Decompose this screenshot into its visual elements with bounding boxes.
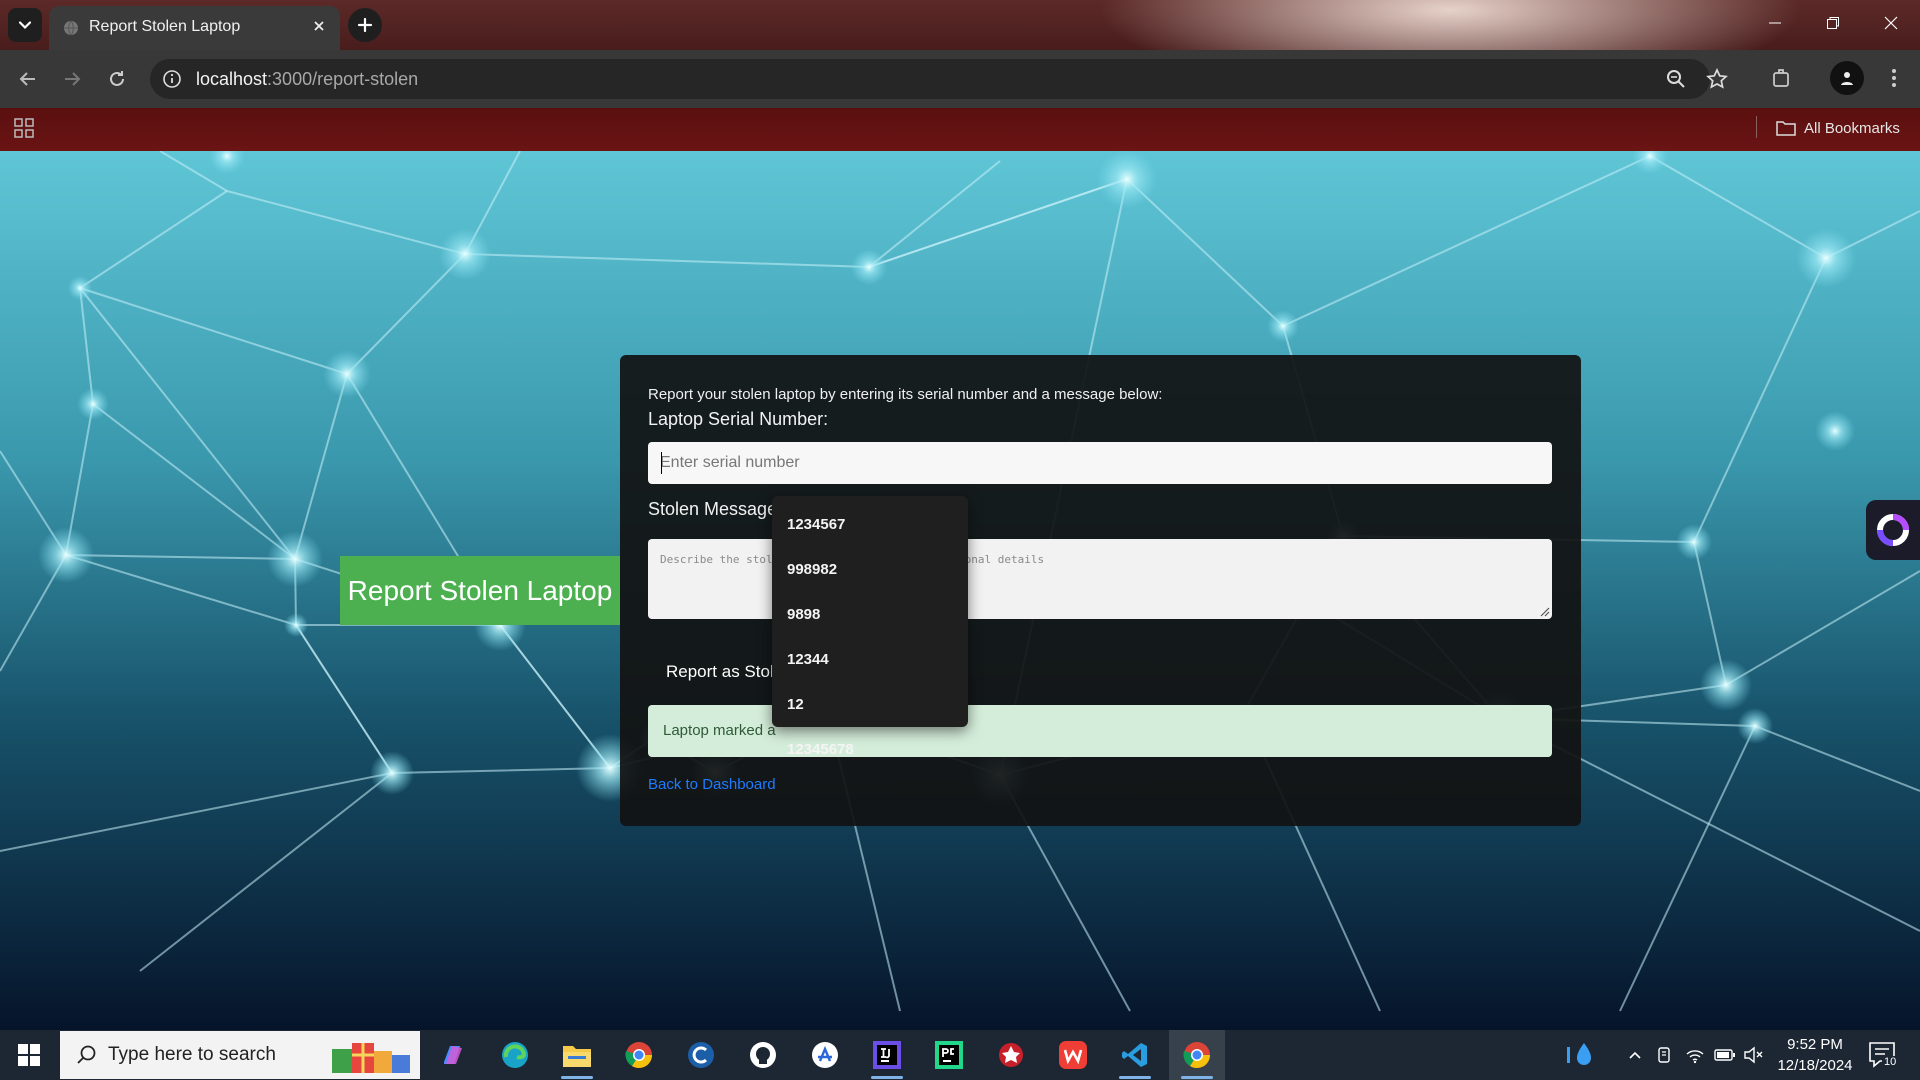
- wifi-icon[interactable]: [1683, 1043, 1707, 1067]
- taskbar-clock[interactable]: 9:52 PM 12/18/2024: [1770, 1034, 1860, 1076]
- browser-chrome: Report Stolen Laptop localhost:3000/repo…: [0, 0, 1920, 151]
- serial-autocomplete-dropdown: 1234567 998982 9898 12344 12 12345678: [772, 496, 968, 758]
- close-window-button[interactable]: [1862, 0, 1920, 46]
- page-title-banner: Report Stolen Laptop: [340, 556, 620, 625]
- clock-date: 12/18/2024: [1777, 1057, 1853, 1074]
- autocomplete-option[interactable]: 998982: [772, 547, 968, 592]
- system-tray: 9:52 PM 12/18/2024 10: [0, 1030, 1920, 1080]
- star-icon[interactable]: [1706, 68, 1728, 90]
- tab-strip: Report Stolen Laptop: [0, 0, 1920, 50]
- back-button[interactable]: [13, 64, 43, 94]
- browser-toolbar: localhost:3000/report-stolen: [0, 50, 1920, 108]
- restore-icon: [1827, 17, 1839, 29]
- user-icon: [1841, 72, 1853, 85]
- url-path: :3000/report-stolen: [267, 69, 419, 89]
- autocomplete-option[interactable]: 12344: [772, 637, 968, 682]
- apps-grid-icon[interactable]: [14, 118, 34, 138]
- tab-title: Report Stolen Laptop: [89, 18, 241, 35]
- volume-muted-icon[interactable]: [1741, 1043, 1765, 1067]
- tab-search-button[interactable]: [8, 8, 42, 42]
- all-bookmarks-label: All Bookmarks: [1804, 119, 1900, 137]
- clock-time: 9:52 PM: [1787, 1036, 1843, 1053]
- bookmarks-bar: All Bookmarks: [0, 108, 1920, 151]
- chevron-up-icon: [1629, 1051, 1641, 1059]
- restore-button[interactable]: [1804, 0, 1862, 46]
- arrow-left-icon: [19, 72, 35, 86]
- tab-report-stolen-laptop[interactable]: Report Stolen Laptop: [49, 6, 340, 50]
- reload-icon: [110, 71, 124, 86]
- new-tab-button[interactable]: [348, 8, 382, 42]
- page-viewport: Report Stolen Laptop Report your stolen …: [0, 151, 1920, 1030]
- bookmarks-divider: [1756, 116, 1757, 138]
- show-hidden-icons[interactable]: [1623, 1043, 1647, 1067]
- extensions-icon[interactable]: [1768, 64, 1796, 92]
- report-as-stolen-button[interactable]: Report as Stol: [648, 652, 792, 692]
- all-bookmarks-button[interactable]: All Bookmarks: [1776, 116, 1900, 140]
- address-bar[interactable]: localhost:3000/report-stolen: [150, 59, 1728, 99]
- zoom-icon[interactable]: [1665, 68, 1687, 90]
- meet-now-icon[interactable]: [1653, 1043, 1677, 1067]
- minimize-button[interactable]: [1746, 0, 1804, 46]
- windows-taskbar: Type here to search 9:52 PM 12/18/2024 1…: [0, 1030, 1920, 1080]
- weather-widget[interactable]: [1563, 1043, 1597, 1067]
- serial-number-label: Laptop Serial Number:: [648, 409, 829, 429]
- serial-number-input[interactable]: [648, 442, 1552, 484]
- close-icon: [1884, 16, 1898, 30]
- plus-icon: [357, 17, 373, 33]
- close-tab-icon[interactable]: [308, 15, 330, 37]
- url-host: localhost: [196, 69, 268, 89]
- url-text: localhost:3000/report-stolen: [196, 69, 418, 90]
- site-info-icon[interactable]: [162, 69, 182, 89]
- stolen-message-label: Stolen Message: [648, 499, 778, 519]
- report-form-card: Report your stolen laptop by entering it…: [620, 355, 1581, 826]
- profile-avatar[interactable]: [1830, 61, 1864, 95]
- folder-icon: [1776, 121, 1796, 136]
- window-controls: [1746, 0, 1920, 46]
- battery-icon[interactable]: [1713, 1043, 1737, 1067]
- autocomplete-option[interactable]: 9898: [772, 592, 968, 637]
- water-drop-icon: [1567, 1043, 1591, 1065]
- globe-icon: [64, 20, 78, 36]
- autocomplete-option[interactable]: 1234567: [772, 502, 968, 547]
- form-intro-text: Report your stolen laptop by entering it…: [648, 386, 1163, 403]
- kebab-menu-icon[interactable]: [1880, 64, 1908, 92]
- reload-button[interactable]: [102, 64, 132, 94]
- back-to-dashboard-link[interactable]: Back to Dashboard: [648, 776, 776, 793]
- notification-count: 10: [1882, 1056, 1899, 1068]
- resize-handle-icon[interactable]: [1538, 605, 1550, 617]
- assistant-ring-icon: [1877, 514, 1909, 546]
- chevron-down-icon: [18, 21, 32, 30]
- forward-button[interactable]: [57, 64, 87, 94]
- autocomplete-option[interactable]: 12345678: [772, 727, 968, 772]
- floating-assistant-button[interactable]: [1866, 500, 1920, 560]
- autocomplete-option[interactable]: 12: [772, 682, 968, 727]
- minimize-icon: [1769, 22, 1781, 24]
- text-caret: [661, 452, 662, 474]
- arrow-right-icon: [65, 72, 81, 86]
